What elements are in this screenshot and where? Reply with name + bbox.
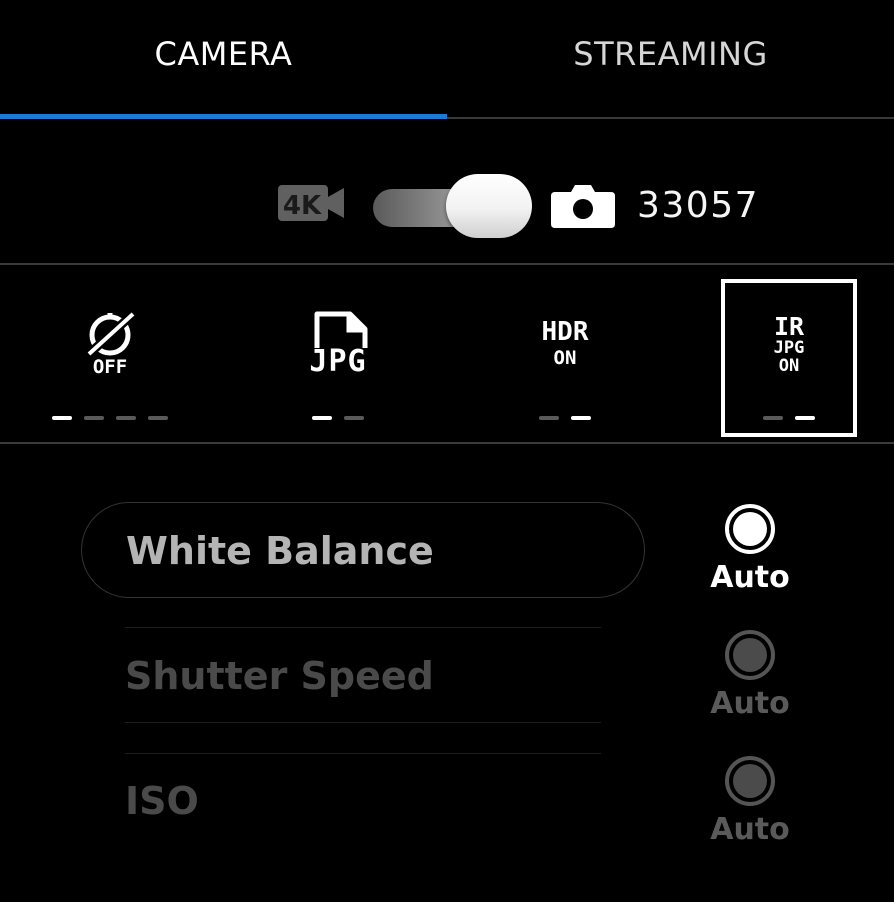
mode-toggle-knob[interactable]	[446, 174, 532, 238]
wb-auto-radio[interactable]: Auto	[690, 504, 810, 595]
tab-camera[interactable]: CAMERA	[0, 0, 447, 116]
photo-camera-icon[interactable]	[551, 184, 615, 228]
setting-hdr[interactable]: HDR ON	[490, 266, 640, 442]
param-label: White Balance	[126, 529, 434, 573]
param-label: ISO	[125, 779, 199, 823]
param-white-balance[interactable]: White Balance	[81, 502, 645, 598]
tab-streaming[interactable]: STREAMING	[447, 0, 894, 116]
remaining-shots-count: 33057	[637, 185, 760, 226]
setting-timer[interactable]: OFF	[35, 266, 185, 442]
radio-label: Auto	[710, 560, 790, 595]
radio-unselected-icon	[725, 630, 775, 680]
param-label: Shutter Speed	[125, 654, 434, 698]
iso-auto-radio[interactable]: Auto	[690, 756, 810, 847]
capture-mode-row: 4K 33057	[0, 120, 894, 265]
setting-timer-label: OFF	[92, 356, 128, 378]
param-separator	[125, 722, 601, 723]
section-divider	[0, 442, 894, 444]
radio-selected-icon	[725, 504, 775, 554]
setting-timer-dots	[35, 416, 185, 420]
section-divider	[0, 263, 894, 265]
radio-label: Auto	[710, 686, 790, 721]
option-dot	[344, 416, 364, 420]
setting-hdr-dots	[490, 416, 640, 420]
timer-off-icon	[85, 310, 137, 356]
option-dot	[116, 416, 136, 420]
video-4k-icon[interactable]: 4K	[278, 183, 344, 223]
tab-bar: CAMERA STREAMING	[0, 0, 894, 120]
option-dot	[571, 416, 591, 420]
setting-photo-format[interactable]: JPG	[263, 266, 413, 442]
shutter-auto-radio[interactable]: Auto	[690, 630, 810, 721]
hdr-icon: HDR	[541, 317, 589, 347]
setting-hdr-state: ON	[553, 347, 577, 369]
setting-format-label: JPG	[309, 344, 367, 379]
option-dot	[84, 416, 104, 420]
svg-text:4K: 4K	[283, 191, 322, 221]
radio-unselected-icon	[725, 756, 775, 806]
param-iso[interactable]: ISO	[81, 753, 645, 849]
selected-setting-frame	[721, 279, 857, 437]
option-dot	[148, 416, 168, 420]
option-dot	[52, 416, 72, 420]
setting-format-dots	[263, 416, 413, 420]
tab-active-indicator	[0, 114, 447, 119]
quick-settings-row: OFF JPG HDR ON IR JPG ON	[0, 266, 894, 442]
radio-label: Auto	[710, 812, 790, 847]
option-dot	[312, 416, 332, 420]
param-shutter-speed[interactable]: Shutter Speed	[81, 628, 645, 724]
option-dot	[539, 416, 559, 420]
